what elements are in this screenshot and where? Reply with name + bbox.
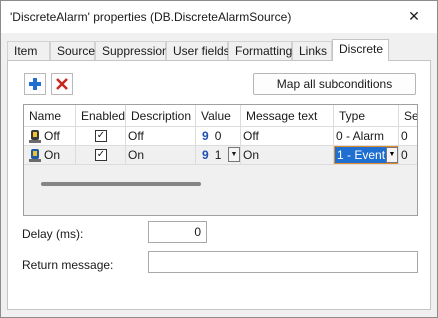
discrete-panel: Map all subconditions Name Enabled Descr… [7,60,431,310]
cell-name[interactable]: Off [24,127,76,146]
column-header-message-text[interactable]: Message text [241,105,334,127]
close-button[interactable]: ✕ [391,1,437,32]
alarm-off-icon [29,130,41,143]
delete-x-icon [56,78,68,90]
delay-label: Delay (ms): [22,227,84,241]
window-title: 'DiscreteAlarm' properties (DB.DiscreteA… [10,10,292,24]
type-select[interactable]: 1 - Event ▼ [334,146,398,164]
value-text: 1 [214,148,222,162]
horizontal-scrollbar[interactable] [41,182,201,186]
add-subcondition-button[interactable] [24,73,46,95]
alarm-on-icon [29,149,41,162]
column-header-type[interactable]: Type [334,105,399,127]
value-text: 0 [214,129,222,143]
type-select-value: 1 - Event [337,148,386,162]
delete-subcondition-button[interactable] [51,73,73,95]
tab-item[interactable]: Item [7,41,50,61]
subconditions-grid: Name Enabled Description Value Message t… [23,104,418,216]
tab-strip: Item Source Suppression User fields Form… [7,39,431,61]
cell-type[interactable]: 0 - Alarm [334,127,399,146]
title-bar: 'DiscreteAlarm' properties (DB.DiscreteA… [1,1,437,33]
tab-suppression[interactable]: Suppression [95,41,169,61]
row-name-label: Off [44,129,60,143]
column-header-description[interactable]: Description [126,105,196,127]
chevron-down-icon[interactable]: ▼ [228,147,240,162]
tab-links[interactable]: Links [292,41,332,61]
close-icon: ✕ [408,8,420,24]
column-header-enabled[interactable]: Enabled [76,105,126,127]
tab-source[interactable]: Source [50,41,95,61]
cell-name[interactable]: On [24,146,76,165]
cell-value[interactable]: 91 ▼ [196,146,241,165]
cell-type[interactable]: 1 - Event ▼ [334,146,399,165]
enabled-checkbox[interactable]: ✓ [95,149,107,161]
value-type-icon: 9 [202,129,209,143]
column-header-value[interactable]: Value [196,105,241,127]
cell-value[interactable]: 90 [196,127,241,146]
plus-icon [29,78,41,90]
cell-severity[interactable]: 0 [399,146,417,165]
column-header-severity[interactable]: Se [399,105,417,127]
column-header-name[interactable]: Name [24,105,76,127]
cell-description[interactable]: Off [126,127,196,146]
map-all-subconditions-button[interactable]: Map all subconditions [253,73,416,95]
delay-input[interactable]: 0 [148,221,207,243]
tab-formatting[interactable]: Formatting [228,41,292,61]
cell-message-text[interactable]: Off [241,127,334,146]
row-name-label: On [44,148,61,162]
enabled-checkbox[interactable]: ✓ [95,130,107,142]
cell-description[interactable]: On [126,146,196,165]
tab-user-fields[interactable]: User fields [166,41,230,61]
cell-severity[interactable]: 0 [399,127,417,146]
tab-discrete[interactable]: Discrete [332,39,389,61]
chevron-down-icon[interactable]: ▼ [386,147,398,163]
value-type-icon: 9 [202,148,209,162]
cell-enabled[interactable]: ✓ [76,146,126,165]
cell-message-text[interactable]: On [241,146,334,165]
return-message-input[interactable] [148,251,418,273]
return-message-label: Return message: [22,258,114,272]
cell-enabled[interactable]: ✓ [76,127,126,146]
properties-dialog: 'DiscreteAlarm' properties (DB.DiscreteA… [0,0,438,318]
